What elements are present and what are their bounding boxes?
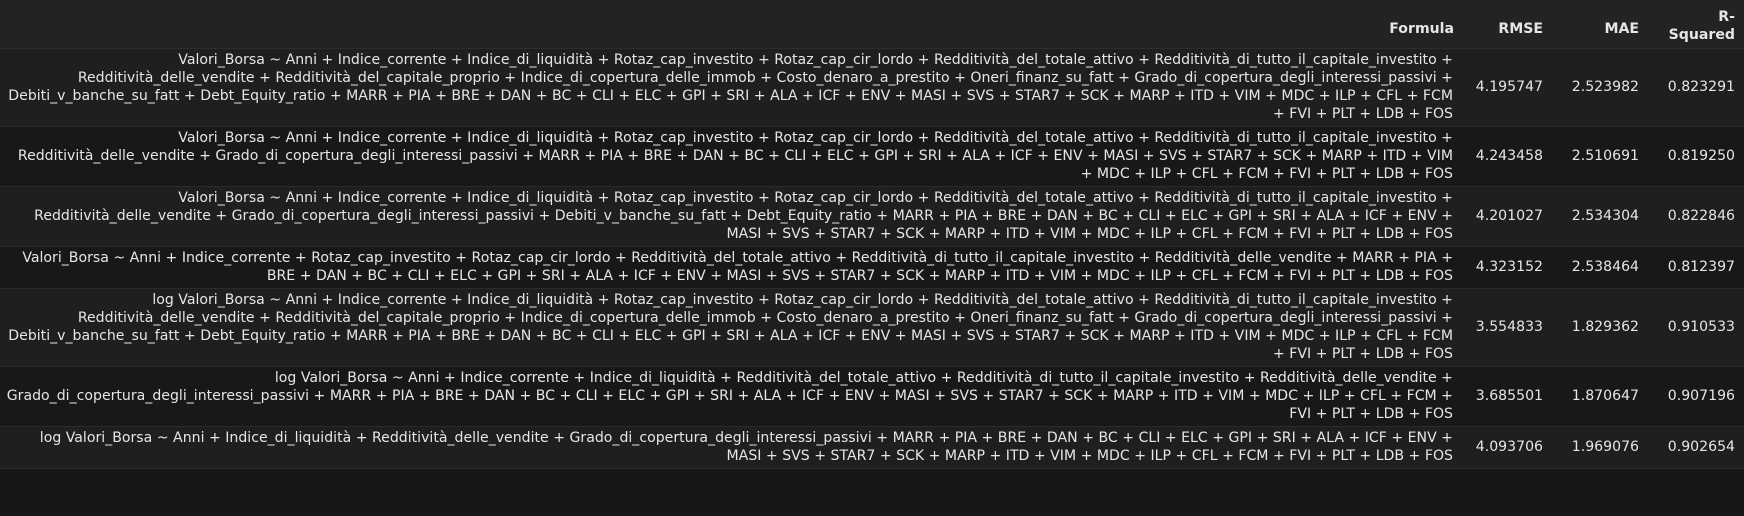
model-results-table: Formula RMSE MAE R- Squared Valori_Borsa … bbox=[0, 0, 1744, 469]
mae-cell: 1.969076 bbox=[1554, 426, 1650, 469]
column-header-rmse-label: RMSE bbox=[1498, 20, 1543, 37]
table-row: Valori_Borsa ~ Anni + Indice_corrente + … bbox=[0, 48, 1744, 127]
mae-cell: 2.534304 bbox=[1554, 186, 1650, 247]
column-header-formula-label: Formula bbox=[1389, 20, 1454, 37]
column-header-mae-label: MAE bbox=[1604, 20, 1639, 37]
rmse-cell: 4.195747 bbox=[1465, 48, 1554, 127]
table-row: log Valori_Borsa ~ Anni + Indice_corrent… bbox=[0, 288, 1744, 367]
rsquared-cell: 0.902654 bbox=[1650, 426, 1744, 469]
formula-cell: log Valori_Borsa ~ Anni + Indice_corrent… bbox=[0, 366, 1465, 427]
rsquared-cell: 0.819250 bbox=[1650, 126, 1744, 187]
formula-cell: Valori_Borsa ~ Anni + Indice_corrente + … bbox=[0, 48, 1465, 127]
table-header: Formula RMSE MAE R- Squared bbox=[0, 0, 1744, 49]
rmse-cell: 3.685501 bbox=[1465, 366, 1554, 427]
rsquared-cell: 0.910533 bbox=[1650, 288, 1744, 367]
table-row: log Valori_Borsa ~ Anni + Indice_di_liqu… bbox=[0, 426, 1744, 469]
table-row: Valori_Borsa ~ Anni + Indice_corrente + … bbox=[0, 126, 1744, 187]
table-body: Valori_Borsa ~ Anni + Indice_corrente + … bbox=[0, 48, 1744, 469]
column-header-rsquared-line1: R- bbox=[1718, 8, 1735, 25]
mae-cell: 2.510691 bbox=[1554, 126, 1650, 187]
rsquared-cell: 0.907196 bbox=[1650, 366, 1744, 427]
header-row: Formula RMSE MAE R- Squared bbox=[0, 0, 1744, 49]
rmse-cell: 4.093706 bbox=[1465, 426, 1554, 469]
formula-cell: log Valori_Borsa ~ Anni + Indice_di_liqu… bbox=[0, 426, 1465, 469]
column-header-rsquared[interactable]: R- Squared bbox=[1650, 0, 1744, 49]
column-header-mae[interactable]: MAE bbox=[1554, 0, 1650, 49]
rsquared-cell: 0.812397 bbox=[1650, 246, 1744, 289]
formula-cell: log Valori_Borsa ~ Anni + Indice_corrent… bbox=[0, 288, 1465, 367]
rmse-cell: 4.323152 bbox=[1465, 246, 1554, 289]
table-row: log Valori_Borsa ~ Anni + Indice_corrent… bbox=[0, 366, 1744, 427]
table-row: Valori_Borsa ~ Anni + Indice_corrente + … bbox=[0, 186, 1744, 247]
mae-cell: 2.538464 bbox=[1554, 246, 1650, 289]
column-header-rmse[interactable]: RMSE bbox=[1465, 0, 1554, 49]
mae-cell: 1.870647 bbox=[1554, 366, 1650, 427]
table-row: Valori_Borsa ~ Anni + Indice_corrente + … bbox=[0, 246, 1744, 289]
column-header-formula[interactable]: Formula bbox=[0, 0, 1465, 49]
column-header-rsquared-line2: Squared bbox=[1668, 26, 1735, 43]
rmse-cell: 3.554833 bbox=[1465, 288, 1554, 367]
results-table-container: Formula RMSE MAE R- Squared Valori_Borsa … bbox=[0, 0, 1744, 516]
formula-cell: Valori_Borsa ~ Anni + Indice_corrente + … bbox=[0, 246, 1465, 289]
mae-cell: 1.829362 bbox=[1554, 288, 1650, 367]
mae-cell: 2.523982 bbox=[1554, 48, 1650, 127]
rmse-cell: 4.243458 bbox=[1465, 126, 1554, 187]
rmse-cell: 4.201027 bbox=[1465, 186, 1554, 247]
rsquared-cell: 0.823291 bbox=[1650, 48, 1744, 127]
rsquared-cell: 0.822846 bbox=[1650, 186, 1744, 247]
formula-cell: Valori_Borsa ~ Anni + Indice_corrente + … bbox=[0, 186, 1465, 247]
formula-cell: Valori_Borsa ~ Anni + Indice_corrente + … bbox=[0, 126, 1465, 187]
